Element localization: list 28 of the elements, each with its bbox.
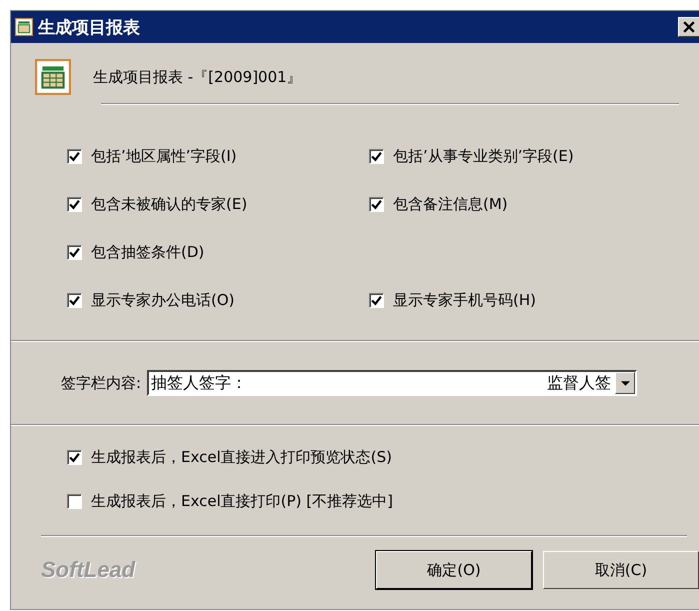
option-checkbox[interactable]: 包含抽签条件(D) xyxy=(67,241,369,263)
option-checkbox[interactable]: 包括’从事专业类别’字段(E) xyxy=(369,145,671,167)
spreadsheet-icon xyxy=(15,18,33,36)
close-icon[interactable] xyxy=(683,21,695,33)
signature-label: 签字栏内容: xyxy=(61,374,142,392)
checkmark-icon xyxy=(371,294,382,306)
option-checkbox[interactable]: 显示专家手机号码(H) xyxy=(369,289,671,311)
option-checkbox[interactable]: 显示专家办公电话(O) xyxy=(67,289,369,311)
checkmark-icon xyxy=(69,294,80,306)
checkmark-icon xyxy=(69,150,80,162)
spreadsheet-icon xyxy=(35,59,71,95)
signature-dropdown[interactable]: 抽签人签字： 监督人签 xyxy=(147,370,638,396)
dialog-heading: 生成项目报表 -『[2009]001』 xyxy=(93,68,302,86)
print-option-checkbox[interactable]: 生成报表后，Excel直接进入打印预览状态(S) xyxy=(67,448,699,467)
checkmark-icon xyxy=(69,246,80,258)
close-button[interactable] xyxy=(678,17,699,37)
print-option-checkbox[interactable]: 生成报表后，Excel直接打印(P) [不推荐选中] xyxy=(67,492,699,511)
dialog-button[interactable]: 确定(O) xyxy=(376,551,532,589)
option-checkbox[interactable]: 包括’地区属性’字段(I) xyxy=(67,145,369,167)
checkmark-icon xyxy=(69,452,80,463)
checkmark-icon xyxy=(69,198,80,210)
checkmark-icon xyxy=(371,198,382,210)
dialog-button[interactable]: 取消(C) xyxy=(543,551,699,589)
option-checkbox[interactable]: 包含未被确认的专家(E) xyxy=(67,193,369,215)
window-title: 生成项目报表 xyxy=(38,16,140,38)
brand-logo-text: SoftLead xyxy=(41,557,136,583)
option-checkbox[interactable]: 包含备注信息(M) xyxy=(369,193,671,215)
checkmark-icon xyxy=(371,150,382,162)
